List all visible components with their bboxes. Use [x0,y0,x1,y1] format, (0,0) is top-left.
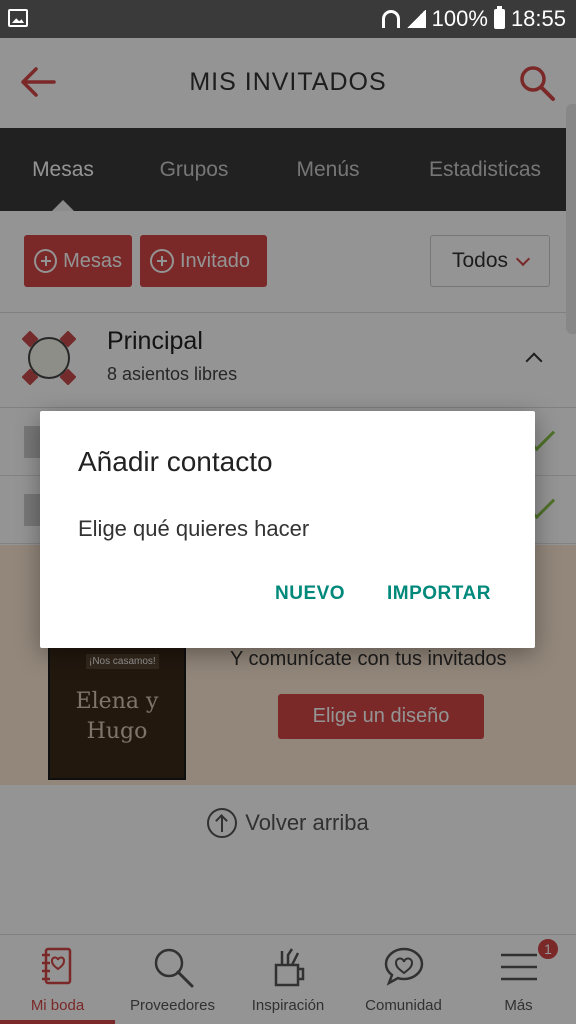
dialog-message: Elige qué quieres hacer [78,516,310,541]
new-button[interactable]: NUEVO [275,583,345,605]
import-button[interactable]: IMPORTAR [387,583,491,605]
clock: 18:55 [510,6,566,31]
battery-icon [493,6,505,29]
signal-icon [405,10,426,28]
dialog-title: Añadir contacto [78,446,273,477]
battery-percent: 100% [431,6,488,31]
add-contact-dialog: Añadir contacto Elige qué quieres hacer … [40,411,535,648]
wifi-icon [381,10,400,28]
gallery-notification-icon [8,9,28,27]
status-bar: 100% 18:55 [0,0,576,38]
